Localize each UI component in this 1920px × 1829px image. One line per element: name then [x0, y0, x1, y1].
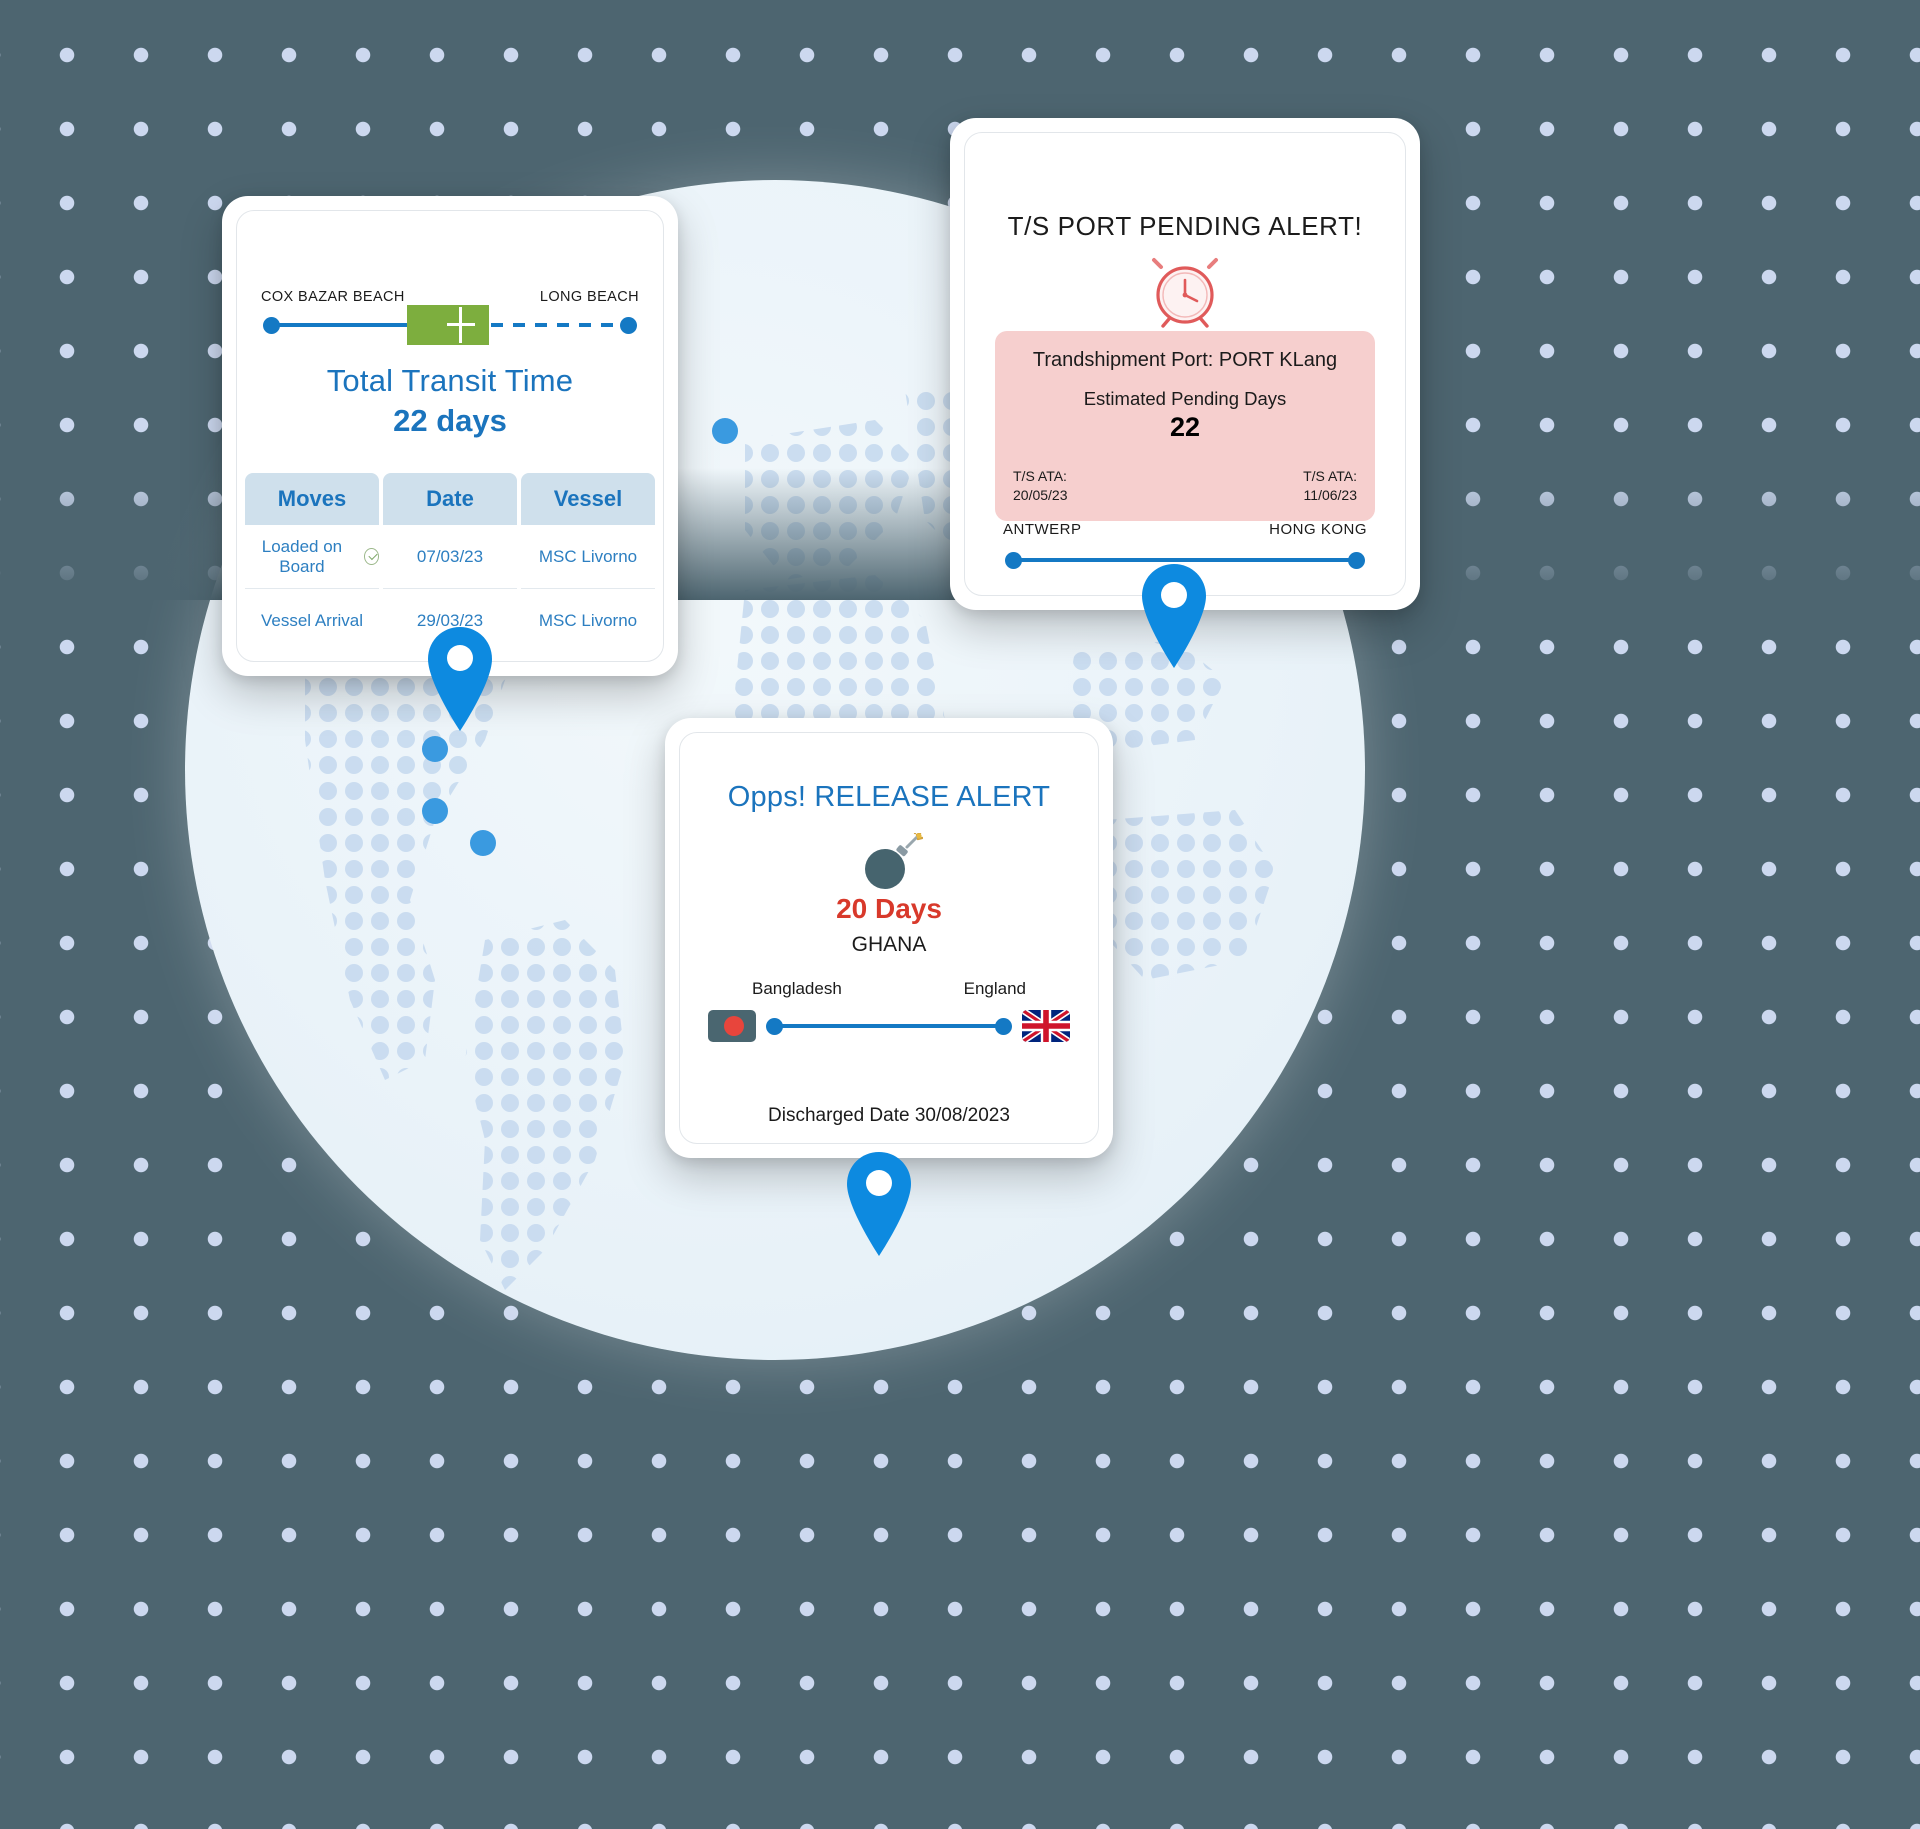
release-alert-title: Opps! RELEASE ALERT: [727, 781, 1051, 813]
route-line-dashed: [491, 323, 627, 327]
release-origin-dot: [766, 1017, 783, 1035]
table-row: 07/03/23: [383, 525, 517, 589]
release-route: Bangladesh England: [708, 979, 1070, 1043]
release-alert-card: Opps! RELEASE ALERT 20 Days GHANA Bangla…: [665, 718, 1113, 1158]
map-marker-dot: [422, 798, 448, 824]
table-row: MSC Livorno: [521, 525, 655, 589]
pending-days-value: 22: [1169, 412, 1201, 442]
table-row: Loaded on Board: [245, 525, 379, 589]
ts-route-origin: ANTWERP: [1003, 521, 1082, 538]
table-header-moves: Moves: [245, 473, 379, 525]
route-destination-dot: [620, 317, 637, 334]
map-pin-ts-alert: [1138, 562, 1210, 675]
check-circle-icon: [363, 548, 379, 565]
ts-alert-title: T/S PORT PENDING ALERT!: [1007, 211, 1363, 241]
transit-value: 22 days: [393, 403, 507, 438]
ts-ata-left-value: 20/05/23: [1013, 486, 1068, 503]
route-origin-dot: [263, 317, 280, 334]
bomb-icon: [680, 829, 1098, 898]
alarm-clock-icon: [965, 253, 1405, 334]
map-marker-dot: [422, 736, 448, 762]
transit-origin-label: COX BAZAR BEACH: [261, 289, 405, 305]
release-destination-label: England: [963, 979, 1026, 998]
pending-days-label: Estimated Pending Days: [1083, 388, 1287, 409]
ts-port-alert-card: T/S PORT PENDING ALERT! Trandshipment Po…: [950, 118, 1420, 610]
route-progress-block: [407, 305, 489, 345]
transhipment-port-text: Trandshipment Port: PORT KLang: [1032, 349, 1338, 371]
map-pin-release: [843, 1150, 915, 1263]
transit-destination-label: LONG BEACH: [539, 289, 639, 305]
map-pin-transit: [424, 625, 496, 738]
release-destination-dot: [995, 1017, 1012, 1035]
ts-route-destination-dot: [1348, 552, 1365, 569]
route-line-solid: [273, 323, 419, 327]
ts-ata-left-label: T/S ATA:: [1013, 468, 1067, 484]
release-route-line: [774, 1023, 1004, 1028]
ts-route: ANTWERP HONG KONG: [1003, 521, 1367, 569]
pending-alert-box: Trandshipment Port: PORT KLang Estimated…: [995, 331, 1375, 521]
release-country: GHANA: [851, 933, 927, 956]
release-origin-label: Bangladesh: [752, 979, 842, 998]
transit-route: COX BAZAR BEACH LONG BEACH: [237, 289, 663, 345]
transit-title: Total Transit Time: [326, 363, 574, 398]
table-header-date: Date: [383, 473, 517, 525]
table-row: MSC Livorno: [538, 611, 638, 631]
ts-route-origin-dot: [1005, 552, 1022, 569]
map-marker-dot: [712, 418, 738, 444]
transit-time-card: COX BAZAR BEACH LONG BEACH Total Transit…: [222, 196, 678, 676]
ts-route-destination: HONG KONG: [1269, 521, 1367, 538]
table-row: Vessel Arrival: [260, 611, 364, 631]
uk-flag-icon: [1022, 1010, 1070, 1042]
table-header-vessel: Vessel: [521, 473, 655, 525]
discharged-date: Discharged Date 30/08/2023: [768, 1105, 1010, 1126]
cell-move: Loaded on Board: [261, 536, 343, 576]
ts-ata-right-value: 11/06/23: [1303, 486, 1357, 503]
ts-ata-right-label: T/S ATA:: [1303, 468, 1357, 484]
release-days: 20 Days: [836, 893, 942, 924]
bangladesh-flag-icon: [708, 1010, 756, 1042]
map-marker-dot: [470, 830, 496, 856]
